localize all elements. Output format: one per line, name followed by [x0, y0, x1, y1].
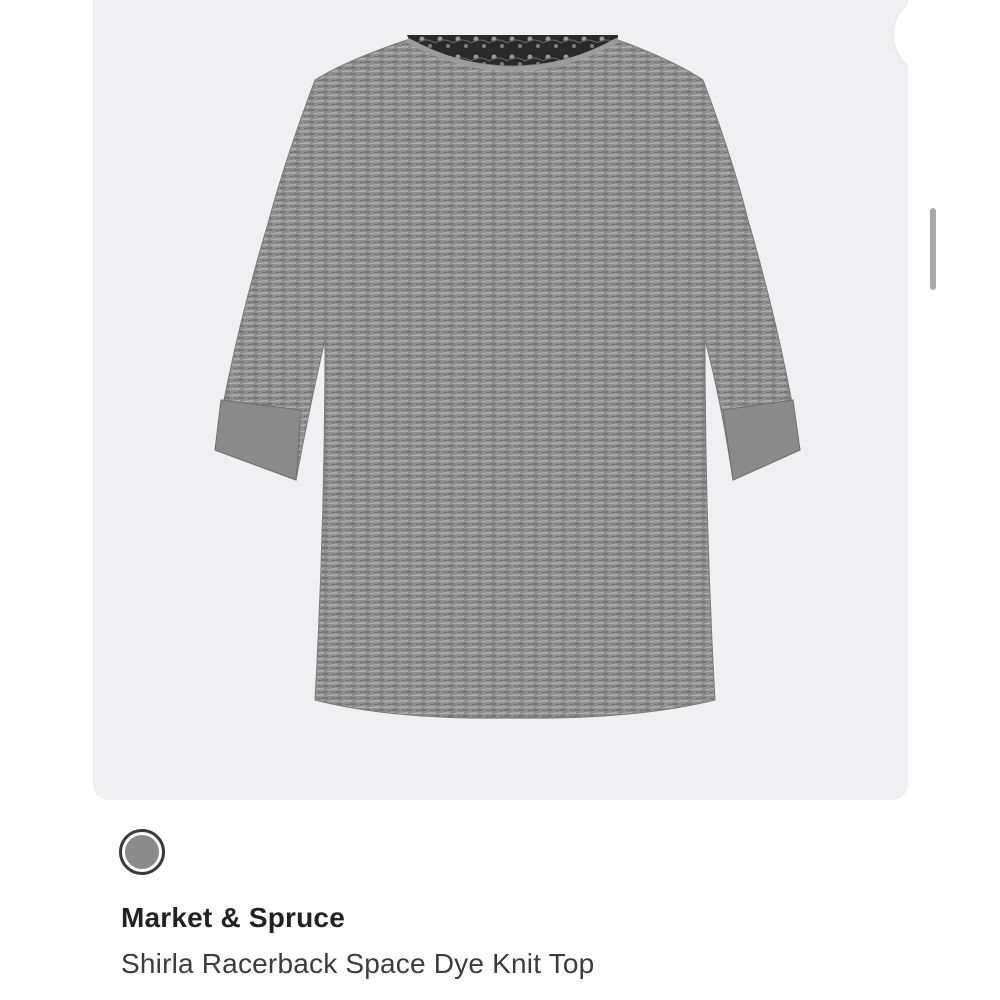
- product-image: [214, 35, 801, 719]
- color-swatch[interactable]: [119, 829, 165, 875]
- product-detail-page: Market & Spruce Shirla Racerback Space D…: [0, 0, 1000, 1000]
- brand-name: Market & Spruce: [121, 902, 345, 933]
- scrollbar[interactable]: [930, 208, 936, 290]
- color-swatch-fill: [125, 835, 159, 869]
- product-image-card[interactable]: [93, 0, 908, 800]
- product-name: Shirla Racerback Space Dye Knit Top: [121, 948, 595, 979]
- garment-body: [214, 39, 801, 719]
